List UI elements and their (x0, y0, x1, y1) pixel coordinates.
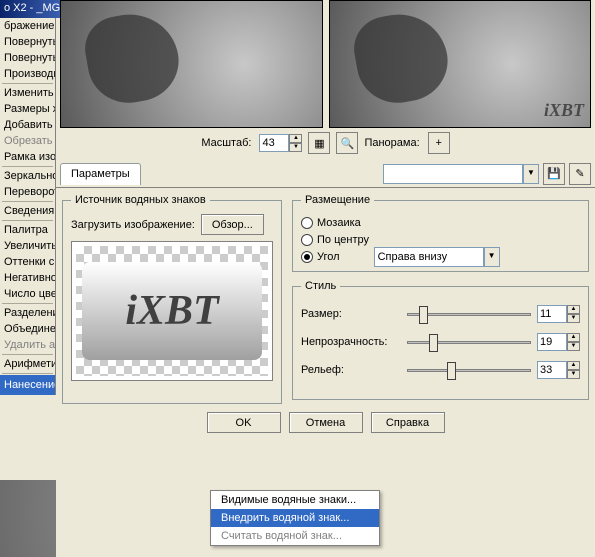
browse-button[interactable]: Обзор... (201, 214, 264, 235)
menu-item: Удалить ал (0, 337, 55, 353)
spin-down[interactable]: ▼ (567, 342, 580, 351)
style-value-input[interactable] (537, 305, 567, 323)
wand-icon: ✎ (575, 167, 584, 180)
spin-down[interactable]: ▼ (567, 314, 580, 323)
placement-radio[interactable] (301, 234, 313, 246)
style-slider[interactable] (407, 360, 531, 380)
placement-legend: Размещение (301, 194, 374, 206)
menu-item[interactable]: Размеры хо (0, 101, 55, 117)
panorama-label: Панорама: (364, 137, 419, 149)
spin-down[interactable]: ▼ (567, 370, 580, 379)
grid-button[interactable]: ▦ (308, 132, 330, 154)
cancel-button[interactable]: Отмена (289, 412, 363, 433)
menu-item[interactable]: Производн (0, 66, 55, 82)
zoom-label: Масштаб: (201, 137, 251, 149)
load-label: Загрузить изображение: (71, 219, 195, 231)
style-row-label: Рельеф: (301, 364, 401, 376)
wand-button[interactable]: ✎ (569, 163, 591, 185)
menu-item[interactable]: Нанесение водяных знаков ▸ (0, 375, 55, 395)
menu-item[interactable]: Увеличить (0, 238, 55, 254)
zoom-up[interactable]: ▲ (289, 134, 302, 143)
source-legend: Источник водяных знаков (71, 194, 210, 206)
style-slider[interactable] (407, 332, 531, 352)
menu-header: бражение (0, 18, 55, 34)
menu-item[interactable]: Разделени (0, 305, 55, 321)
menu-item[interactable]: Зеркально (0, 168, 55, 184)
help-button[interactable]: Справка (371, 412, 445, 433)
menu-item[interactable]: Арифметич (0, 356, 55, 372)
panorama-add-button[interactable]: + (428, 132, 450, 154)
title-bar: o X2 - _MG (0, 0, 60, 18)
style-legend: Стиль (301, 280, 340, 292)
corner-combo-dd[interactable]: ▼ (484, 247, 500, 267)
menu-item: Обрезать п (0, 133, 55, 149)
preset-combo-input[interactable] (383, 164, 523, 184)
style-slider[interactable] (407, 304, 531, 324)
submenu-item: Считать водяной знак... (211, 527, 379, 545)
style-row-label: Размер: (301, 308, 401, 320)
placement-group: Размещение Мозаика По центру Угол ▼ (292, 194, 589, 272)
submenu-item[interactable]: Внедрить водяной знак... (211, 509, 379, 527)
menu-item[interactable]: Палитра (0, 222, 55, 238)
placement-radio[interactable] (301, 251, 313, 263)
placement-option-label: По центру (317, 234, 369, 246)
preview-row: iXBT (56, 0, 595, 128)
menu-item[interactable]: Изменить (0, 85, 55, 101)
menu-item[interactable]: Негативно (0, 270, 55, 286)
zoom-icon: 🔍 (341, 137, 355, 150)
zoom-input[interactable] (259, 134, 289, 152)
spin-up[interactable]: ▲ (567, 333, 580, 342)
menu-item[interactable]: Рамка изоб (0, 149, 55, 165)
placement-radio[interactable] (301, 217, 313, 229)
menu-item[interactable]: Объединен (0, 321, 55, 337)
dialog-buttons: OK Отмена Справка (62, 412, 589, 433)
source-group: Источник водяных знаков Загрузить изобра… (62, 194, 282, 404)
preview-before (60, 0, 323, 128)
watermark-preview-text: iXBT (544, 100, 584, 121)
placement-option-label: Угол (317, 251, 340, 263)
menu-item[interactable]: Повернуть (0, 34, 55, 50)
menu-item[interactable]: Число цвет (0, 286, 55, 302)
style-value-input[interactable] (537, 361, 567, 379)
zoom-down[interactable]: ▼ (289, 143, 302, 152)
spin-up[interactable]: ▲ (567, 305, 580, 314)
submenu-item[interactable]: Видимые водяные знаки... (211, 491, 379, 509)
zoom-tool-button[interactable]: 🔍 (336, 132, 358, 154)
style-group: Стиль Размер: ▲▼ Непрозрачность: ▲▼ Рель… (292, 280, 589, 400)
save-preset-button[interactable]: 💾 (543, 163, 565, 185)
plus-icon: + (435, 137, 441, 149)
ok-button[interactable]: OK (207, 412, 281, 433)
image-menu: бражение ПовернутьПовернутьПроизводнИзме… (0, 18, 56, 395)
menu-item[interactable]: Сведения о (0, 203, 55, 219)
save-icon: 💾 (547, 167, 561, 180)
watermark-sample-text: iXBT (125, 287, 218, 335)
preset-combo-dropdown[interactable]: ▼ (523, 164, 539, 184)
menu-item[interactable]: Оттенки с (0, 254, 55, 270)
corner-combo[interactable] (374, 247, 484, 267)
watermark-preview-box: iXBT (71, 241, 273, 381)
placement-option-label: Мозаика (317, 217, 361, 229)
zoom-toolbar: Масштаб: ▲ ▼ ▦ 🔍 Панорама: + (56, 130, 595, 156)
grid-icon: ▦ (314, 137, 324, 150)
style-row-label: Непрозрачность: (301, 336, 401, 348)
tab-row: Параметры ▼ 💾 ✎ (56, 160, 595, 188)
menu-item[interactable]: Переворот (0, 184, 55, 200)
watermark-submenu: Видимые водяные знаки...Внедрить водяной… (210, 490, 380, 546)
style-value-input[interactable] (537, 333, 567, 351)
spin-up[interactable]: ▲ (567, 361, 580, 370)
preview-after: iXBT (329, 0, 592, 128)
menu-item[interactable]: Повернуть (0, 50, 55, 66)
tab-parameters[interactable]: Параметры (60, 163, 141, 185)
menu-item[interactable]: Добавить г (0, 117, 55, 133)
